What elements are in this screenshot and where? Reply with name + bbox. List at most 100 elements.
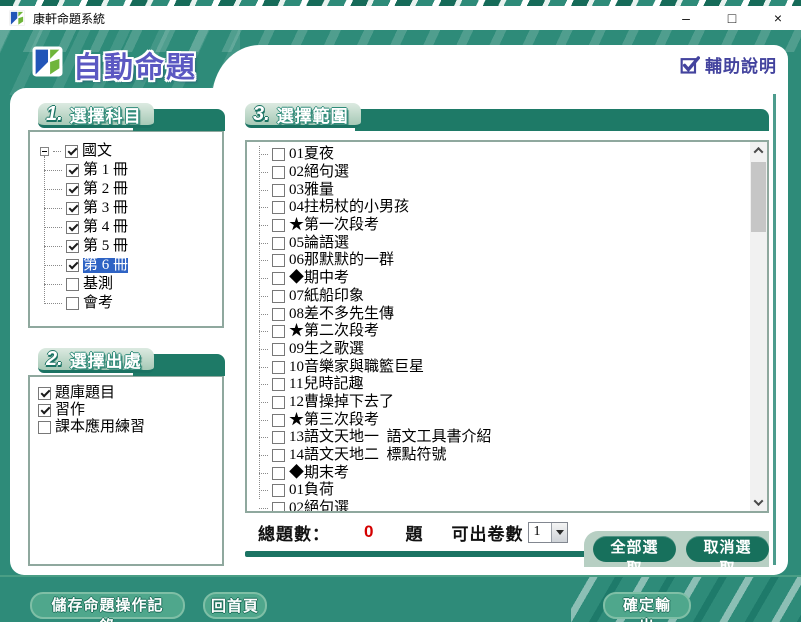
scope-list-item[interactable]: ★第一次段考 xyxy=(259,217,750,235)
scope-list-item[interactable]: 14語文天地二 標點符號 xyxy=(259,447,750,465)
source-item[interactable]: 習作 xyxy=(38,402,222,419)
tree-connector-line xyxy=(44,170,62,171)
scope-list-item[interactable]: 04拄枴杖的小男孩 xyxy=(259,199,750,217)
tree-item[interactable]: 第 4 冊 xyxy=(44,218,222,237)
tree-item[interactable]: 第 1 冊 xyxy=(44,161,222,180)
checkbox-unchecked[interactable] xyxy=(272,502,285,511)
help-link[interactable]: 輔助說明 xyxy=(680,52,777,77)
scope-list-item[interactable]: 09生之歌選 xyxy=(259,341,750,359)
checkbox-unchecked[interactable] xyxy=(66,297,79,310)
scope-list: 01夏夜02絕句選03雅量04拄枴杖的小男孩★第一次段考05論語選06那默默的一… xyxy=(247,142,750,511)
scope-list-item[interactable]: ◆期末考 xyxy=(259,464,750,482)
scope-list-item[interactable]: 13語文天地一 語文工具書介紹 xyxy=(259,429,750,447)
scope-list-item[interactable]: 08差不多先生傳 xyxy=(259,305,750,323)
checkbox-unchecked[interactable] xyxy=(272,184,285,197)
tree-item[interactable]: 第 2 冊 xyxy=(44,180,222,199)
close-button[interactable]: × xyxy=(755,6,801,30)
checkbox-checked[interactable] xyxy=(66,164,79,177)
scroll-down-button[interactable] xyxy=(750,494,767,511)
checkbox-unchecked[interactable] xyxy=(272,431,285,444)
tree-expander-minus[interactable] xyxy=(40,147,49,156)
scope-list-item[interactable]: ◆期中考 xyxy=(259,270,750,288)
checkbox-checked[interactable] xyxy=(66,259,79,272)
dropdown-button[interactable] xyxy=(551,523,567,542)
scope-list-item[interactable]: 11兒時記趣 xyxy=(259,376,750,394)
scope-list-item[interactable]: 12曹操掉下去了 xyxy=(259,394,750,412)
checkbox-unchecked[interactable] xyxy=(66,278,79,291)
tree-children: 第 1 冊第 2 冊第 3 冊第 4 冊第 5 冊第 6 冊基測會考 xyxy=(40,161,222,313)
scrollbar-thumb[interactable] xyxy=(751,162,766,232)
select-all-button[interactable]: 全部選取 xyxy=(593,536,676,562)
source-item[interactable]: 題庫題目 xyxy=(38,385,222,402)
checkbox-unchecked[interactable] xyxy=(272,484,285,497)
right-edge-line xyxy=(773,94,776,565)
scope-list-item[interactable]: 01負荷 xyxy=(259,482,750,500)
item-label: 13語文天地一 語文工具書介紹 xyxy=(289,430,492,445)
banner-label: 1. 選擇科目 xyxy=(38,103,154,128)
tree-item[interactable]: 會考 xyxy=(44,294,222,313)
checkbox-unchecked[interactable] xyxy=(272,166,285,179)
item-label: ★第二次段考 xyxy=(289,324,379,339)
tree-connector-line xyxy=(259,154,268,155)
tree-connector-line xyxy=(259,278,268,279)
scope-list-item[interactable]: 02絕句選 xyxy=(259,164,750,182)
checkbox-unchecked[interactable] xyxy=(272,219,285,232)
checkbox-checked[interactable] xyxy=(66,221,79,234)
source-item[interactable]: 課本應用練習 xyxy=(38,419,222,436)
scope-list-item[interactable]: 05論語選 xyxy=(259,234,750,252)
scope-list-item[interactable]: 07紙船印象 xyxy=(259,288,750,306)
scope-list-item[interactable]: 03雅量 xyxy=(259,181,750,199)
checkbox-checked[interactable] xyxy=(66,183,79,196)
tree-connector-line xyxy=(259,260,268,261)
app-window: 康軒命題系統 – □ × 自動命題 輔助說明 1. 選擇科目 xyxy=(0,0,801,622)
save-record-button[interactable]: 儲存命題操作記錄 xyxy=(30,592,185,619)
source-list: 題庫題目習作課本應用練習 xyxy=(30,377,222,436)
checkbox-unchecked[interactable] xyxy=(272,361,285,374)
minimize-button[interactable]: – xyxy=(663,6,709,30)
checkbox-checked[interactable] xyxy=(65,145,78,158)
checkbox-unchecked[interactable] xyxy=(272,378,285,391)
maximize-button[interactable]: □ xyxy=(709,6,755,30)
tree-item-root[interactable]: 國文 xyxy=(40,142,222,161)
checkbox-unchecked[interactable] xyxy=(272,325,285,338)
checkbox-unchecked[interactable] xyxy=(272,396,285,409)
checkbox-unchecked[interactable] xyxy=(38,421,51,434)
checkbox-unchecked[interactable] xyxy=(272,290,285,303)
checkbox-unchecked[interactable] xyxy=(272,201,285,214)
source-box: 題庫題目習作課本應用練習 xyxy=(28,375,224,566)
checkbox-unchecked[interactable] xyxy=(272,308,285,321)
deselect-all-button[interactable]: 取消選取 xyxy=(686,536,769,562)
checkbox-unchecked[interactable] xyxy=(272,254,285,267)
dropdown-arrow-icon xyxy=(556,530,564,535)
checkbox-unchecked[interactable] xyxy=(272,414,285,427)
tree-item[interactable]: 第 3 冊 xyxy=(44,199,222,218)
item-label: 02絕句選 xyxy=(289,165,349,180)
paper-count-dropdown[interactable]: 1 xyxy=(528,522,568,543)
checkbox-checked[interactable] xyxy=(38,387,51,400)
checkbox-unchecked[interactable] xyxy=(272,237,285,250)
tree-item[interactable]: 第 6 冊 xyxy=(44,256,222,275)
checkbox-checked[interactable] xyxy=(66,202,79,215)
home-button[interactable]: 回首頁 xyxy=(203,592,267,619)
scope-list-item[interactable]: 01夏夜 xyxy=(259,146,750,164)
scope-list-item[interactable]: ★第三次段考 xyxy=(259,411,750,429)
scroll-up-button[interactable] xyxy=(750,142,767,159)
checkbox-unchecked[interactable] xyxy=(272,272,285,285)
scope-list-item[interactable]: ★第二次段考 xyxy=(259,323,750,341)
checkbox-unchecked[interactable] xyxy=(272,449,285,462)
tree-item[interactable]: 第 5 冊 xyxy=(44,237,222,256)
scope-list-item[interactable]: 10音樂家與職籃巨星 xyxy=(259,358,750,376)
checkbox-unchecked[interactable] xyxy=(272,343,285,356)
checkbox-checked[interactable] xyxy=(38,404,51,417)
checkbox-unchecked[interactable] xyxy=(272,467,285,480)
scope-list-item[interactable]: 02絕句選 xyxy=(259,500,750,511)
confirm-output-button[interactable]: 確定輸出 xyxy=(603,592,691,619)
checkbox-checked[interactable] xyxy=(66,240,79,253)
item-label: 第 4 冊 xyxy=(83,220,128,235)
checkbox-unchecked[interactable] xyxy=(272,148,285,161)
item-label: ◆期末考 xyxy=(289,466,349,481)
scrollbar[interactable] xyxy=(750,142,767,511)
tree-item[interactable]: 基測 xyxy=(44,275,222,294)
scope-list-item[interactable]: 06那默默的一群 xyxy=(259,252,750,270)
footer-bar: 儲存命題操作記錄 回首頁 確定輸出 xyxy=(0,575,801,622)
